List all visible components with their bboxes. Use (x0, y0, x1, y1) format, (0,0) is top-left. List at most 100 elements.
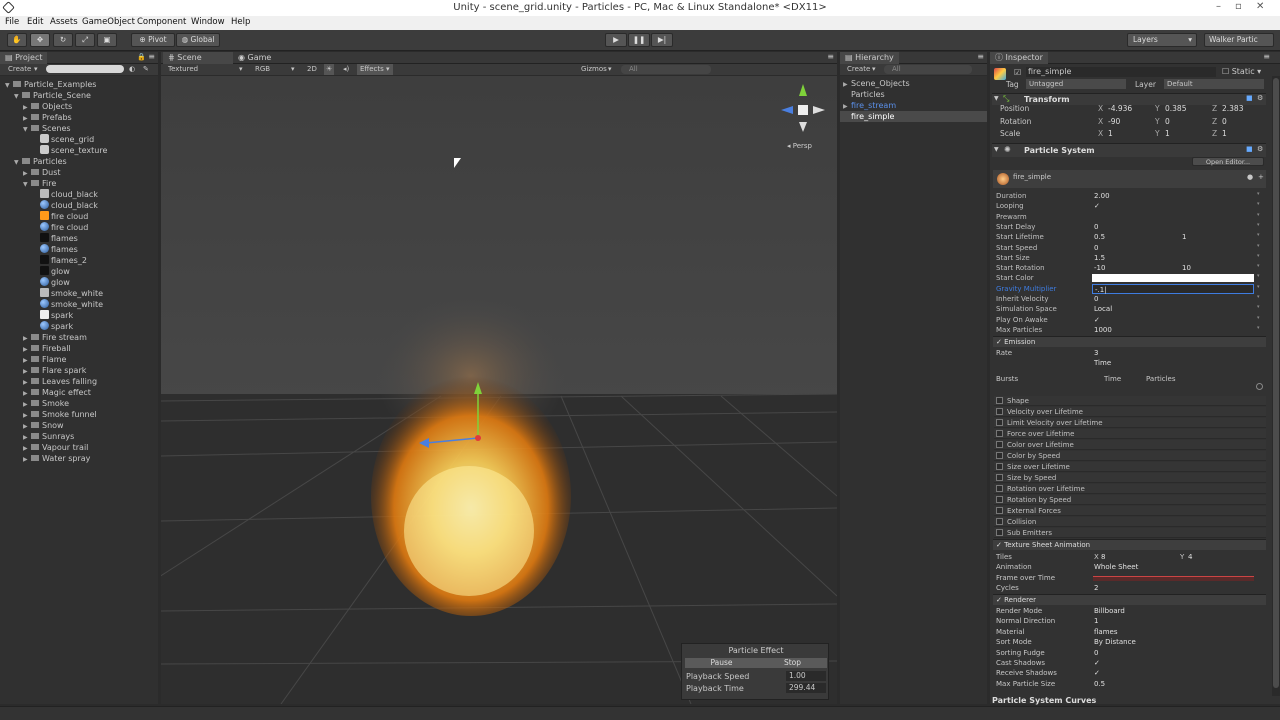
expanded-arrow-icon[interactable]: ▼ (5, 80, 13, 91)
chevron-down-icon[interactable]: ▾ (1257, 315, 1260, 321)
hierarchy-item[interactable]: ▶ Scene_Objects (840, 78, 987, 89)
project-asset-item[interactable]: glow (32, 277, 70, 288)
menu-gameobject[interactable]: GameObject (82, 17, 135, 27)
particle-system-header[interactable]: ▼ ✺ Particle System ■ ⚙ (992, 143, 1266, 157)
project-asset-item[interactable]: smoke_white (32, 288, 103, 299)
tab-project[interactable]: ▤ Project (0, 52, 48, 64)
tab-hierarchy[interactable]: ▤ Hierarchy (840, 52, 899, 64)
property-value[interactable]: 1.5 (1094, 253, 1164, 263)
module-checkbox[interactable] (996, 485, 1003, 492)
module-checkbox[interactable] (996, 496, 1003, 503)
hierarchy-item[interactable]: fire_simple (840, 111, 987, 122)
module-checkbox[interactable] (996, 441, 1003, 448)
chevron-down-icon[interactable]: ▾ (1257, 284, 1260, 290)
active-checkbox[interactable]: ☑ (1014, 68, 1021, 77)
close-button[interactable]: ✕ (1256, 1, 1264, 12)
audio-toggle-icon[interactable]: ◂) (343, 64, 349, 75)
mode-2d-toggle[interactable]: 2D (307, 64, 317, 75)
chevron-down-icon[interactable]: ▾ (1257, 294, 1260, 300)
add-burst-icon[interactable] (1256, 383, 1263, 390)
chevron-down-icon[interactable]: ▾ (1257, 243, 1260, 249)
project-folder-item[interactable]: ▼ Fire (23, 178, 56, 189)
project-folder-item[interactable]: ▶ Fireball (23, 343, 71, 354)
add-icon[interactable]: + (1258, 173, 1264, 181)
global-toggle[interactable]: ◍ Global (176, 33, 220, 47)
transform-y-field[interactable]: 1 (1165, 129, 1207, 139)
property-value-max[interactable]: 1 (1182, 232, 1252, 242)
project-folder-item[interactable]: ▶ Fire stream (23, 332, 87, 343)
scene-search-input[interactable]: All (621, 65, 711, 74)
project-folder-item[interactable]: ▶ Dust (23, 167, 61, 178)
chevron-down-icon[interactable]: ▾ (1257, 325, 1260, 331)
transform-z-field[interactable]: 0 (1222, 117, 1264, 127)
project-folder-item[interactable]: ▼ Scenes (23, 123, 71, 134)
project-folder-item[interactable]: ▶ Objects (23, 101, 72, 112)
renderer-property-value[interactable]: flames (1094, 628, 1117, 636)
menu-help[interactable]: Help (231, 17, 250, 27)
project-asset-item[interactable]: spark (32, 310, 73, 321)
tab-game[interactable]: ◉ Game (233, 52, 303, 64)
renderer-property-value[interactable]: ✓ (1094, 659, 1100, 667)
module-row[interactable]: External Forces (994, 506, 1266, 516)
module-row[interactable]: Sub Emitters (994, 528, 1266, 538)
project-asset-item[interactable]: fire cloud (32, 211, 88, 222)
gear-icon[interactable]: ⚙ (1257, 94, 1263, 102)
layers-dropdown[interactable]: Layers ▾ (1127, 33, 1197, 47)
transform-z-field[interactable]: 2.383 (1222, 104, 1264, 114)
project-folder-item[interactable]: ▶ Flame (23, 354, 66, 365)
project-folder-item[interactable]: ▶ Water spray (23, 453, 90, 464)
filter-icon[interactable]: ◐ (129, 64, 135, 75)
layer-dropdown[interactable]: Default (1164, 79, 1264, 89)
menu-file[interactable]: File (5, 17, 19, 27)
hierarchy-search-input[interactable]: All (884, 65, 972, 74)
rect-tool-button[interactable]: ▣ (97, 33, 117, 47)
module-row[interactable]: Velocity over Lifetime (994, 407, 1266, 417)
project-folder-item[interactable]: ▶ Flare spark (23, 365, 86, 376)
project-asset-item[interactable]: fire cloud (32, 222, 88, 233)
menu-edit[interactable]: Edit (27, 17, 43, 27)
play-button[interactable]: ▶ (605, 33, 627, 47)
expanded-arrow-icon[interactable]: ▼ (14, 157, 22, 168)
project-search-input[interactable] (46, 65, 124, 73)
gear-icon[interactable]: ⚙ (1257, 145, 1263, 153)
project-create-button[interactable]: Create (8, 64, 31, 75)
module-row[interactable]: Rotation over Lifetime (994, 484, 1266, 494)
menu-assets[interactable]: Assets (50, 17, 78, 27)
texture-sheet-module-header[interactable]: ✓ Texture Sheet Animation (993, 539, 1266, 550)
transform-x-field[interactable]: -90 (1108, 117, 1150, 127)
particle-pause-button[interactable]: Pause (685, 658, 758, 668)
project-asset-item[interactable]: spark (32, 321, 73, 332)
hand-tool-button[interactable]: ✋ (7, 33, 27, 47)
static-toggle[interactable]: ☐ Static ▾ (1222, 67, 1261, 76)
project-folder-item[interactable]: ▼ Particles (14, 156, 67, 167)
renderer-property-value[interactable]: 1 (1094, 617, 1098, 625)
hierarchy-item[interactable]: Particles (840, 89, 987, 100)
module-checkbox[interactable] (996, 518, 1003, 525)
project-asset-item[interactable]: cloud_black (32, 200, 98, 211)
layout-dropdown[interactable]: Walker Partic (1204, 33, 1274, 47)
maximize-button[interactable]: ▫ (1235, 1, 1242, 12)
module-row[interactable]: Color by Speed (994, 451, 1266, 461)
module-checkbox[interactable] (996, 408, 1003, 415)
particle-stop-button[interactable]: Stop (758, 658, 827, 668)
property-value[interactable]: 2.00 (1094, 191, 1164, 201)
renderer-property-value[interactable]: By Distance (1094, 638, 1136, 646)
property-value[interactable]: 0 (1094, 222, 1164, 232)
property-value[interactable]: 0 (1094, 243, 1164, 253)
project-asset-item[interactable]: smoke_white (32, 299, 103, 310)
chevron-down-icon[interactable]: ▾ (1257, 253, 1260, 259)
property-value[interactable]: Local (1094, 304, 1164, 314)
tag-icon[interactable]: ✎ (143, 64, 149, 75)
inspector-scrollbar[interactable] (1272, 76, 1280, 696)
property-value[interactable]: ✓ (1094, 201, 1164, 211)
expanded-arrow-icon[interactable]: ▼ (23, 179, 31, 190)
menu-window[interactable]: Window (191, 17, 225, 27)
property-value[interactable] (1094, 212, 1164, 222)
chevron-down-icon[interactable]: ▾ (1257, 263, 1260, 269)
module-checkbox[interactable] (996, 507, 1003, 514)
move-tool-button[interactable]: ✥ (30, 33, 50, 47)
module-row[interactable]: Size by Speed (994, 473, 1266, 483)
module-checkbox[interactable] (996, 463, 1003, 470)
project-asset-item[interactable]: flames_2 (32, 255, 87, 266)
module-checkbox[interactable] (996, 529, 1003, 536)
